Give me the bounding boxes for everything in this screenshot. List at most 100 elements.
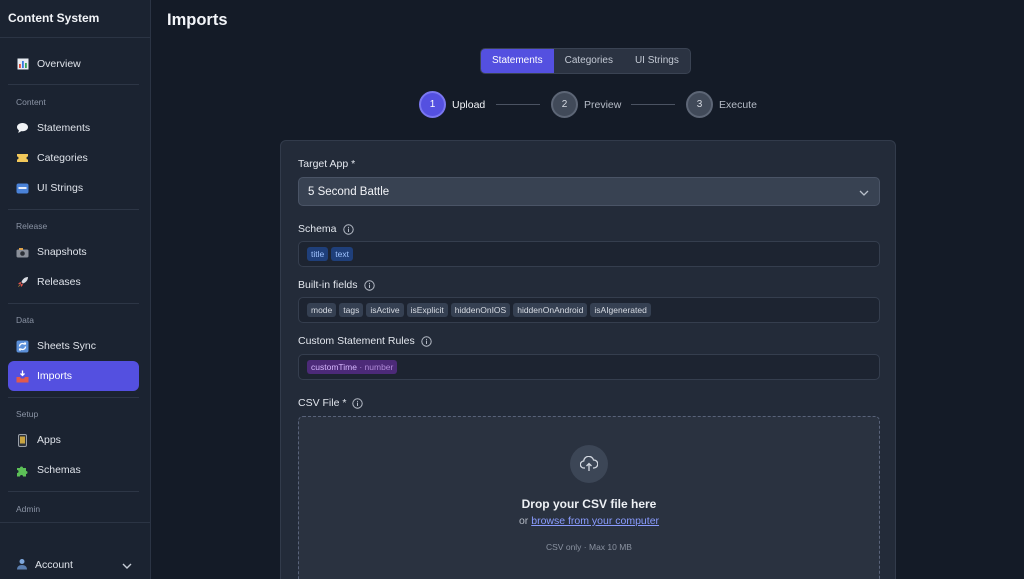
builtin-fields-label: Built-in fields xyxy=(298,279,375,291)
section-label-content: Content xyxy=(16,97,46,107)
sync-icon xyxy=(16,340,29,353)
sidebar: Content System Overview Content Statemen… xyxy=(0,0,151,579)
chevron-down-icon xyxy=(859,187,869,199)
sidebar-item-label: Releases xyxy=(37,276,81,288)
sidebar-item-label: Snapshots xyxy=(37,246,87,258)
drop-or-text: or xyxy=(518,515,529,527)
sidebar-item-label: Apps xyxy=(37,434,61,446)
custom-rule-tag: customTime · number xyxy=(307,360,398,374)
sidebar-divider xyxy=(8,303,139,304)
sidebar-item-label: Imports xyxy=(37,370,73,382)
tab-categories[interactable]: Categories xyxy=(554,49,624,73)
custom-rule-tags: customTime · number xyxy=(298,354,880,380)
tab-bar: Statements Categories UI Strings xyxy=(480,48,691,74)
tab-ui-strings[interactable]: UI Strings xyxy=(624,49,690,73)
csv-file-label-text: CSV File * xyxy=(298,397,347,409)
sidebar-item-label: Schemas xyxy=(37,464,81,476)
csv-file-label: CSV File * xyxy=(298,397,364,409)
sidebar-item-overview[interactable]: Overview xyxy=(8,49,139,79)
info-icon[interactable] xyxy=(352,397,364,409)
info-icon[interactable] xyxy=(421,335,432,347)
file-constraints-hint: CSV only · Max 10 MB xyxy=(546,542,632,552)
account-label: Account xyxy=(35,558,73,571)
import-stepper: 1 Upload 2 Preview 3 Execute xyxy=(419,91,759,118)
camera-icon xyxy=(16,246,29,259)
step-number: 2 xyxy=(551,91,578,118)
account-area: Account xyxy=(0,522,150,579)
drop-title: Drop your CSV file here xyxy=(521,497,657,511)
schema-label: Schema xyxy=(298,223,354,235)
custom-rule-name: customTime xyxy=(311,362,357,372)
step-label: Preview xyxy=(584,98,622,111)
drop-subtitle: or browse from your computer xyxy=(299,515,879,527)
step-label: Execute xyxy=(719,98,757,111)
schema-tag: title xyxy=(307,247,329,261)
import-form-card: Target App * 5 Second Battle Schema titl… xyxy=(280,140,896,579)
custom-rule-type: number xyxy=(364,362,394,372)
builtin-tag: hiddenOnAndroid xyxy=(513,303,588,317)
browse-files-link[interactable]: browse from your computer xyxy=(531,515,659,527)
step-preview: 2 Preview xyxy=(551,91,621,118)
brand-title: Content System xyxy=(0,0,150,38)
sidebar-item-schemas[interactable]: Schemas xyxy=(8,455,139,485)
sidebar-item-snapshots[interactable]: Snapshots xyxy=(8,237,139,267)
builtin-tag: isExplicit xyxy=(406,303,448,317)
sidebar-divider xyxy=(8,209,139,210)
sidebar-item-imports[interactable]: Imports xyxy=(8,361,139,391)
step-connector xyxy=(631,104,675,105)
sidebar-divider xyxy=(8,397,139,398)
sidebar-item-label: Categories xyxy=(37,152,88,164)
sidebar-item-label: UI Strings xyxy=(37,182,84,194)
page-title: Imports xyxy=(167,11,228,29)
target-app-value: 5 Second Battle xyxy=(308,185,390,198)
cloud-upload-icon xyxy=(570,445,608,483)
step-execute: 3 Execute xyxy=(686,91,757,118)
csv-dropzone[interactable]: Drop your CSV file here or browse from y… xyxy=(298,416,880,579)
speech-bubble-icon xyxy=(16,122,29,135)
sidebar-item-statements[interactable]: Statements xyxy=(8,113,139,143)
schema-tag: text xyxy=(331,247,353,261)
builtin-field-tags: mode tags isActive isExplicit hiddenOnIO… xyxy=(298,297,880,323)
sidebar-divider xyxy=(8,491,139,492)
account-button[interactable]: Account xyxy=(16,558,73,571)
schema-label-text: Schema xyxy=(298,223,337,235)
sidebar-item-releases[interactable]: Releases xyxy=(8,267,139,297)
schema-tags: title text xyxy=(298,241,880,267)
ticket-icon xyxy=(16,152,29,165)
tab-statements[interactable]: Statements xyxy=(481,49,554,73)
info-icon[interactable] xyxy=(342,223,354,235)
step-upload: 1 Upload xyxy=(419,91,485,118)
builtin-tag: mode xyxy=(307,303,337,317)
step-number: 3 xyxy=(686,91,713,118)
abc-icon xyxy=(16,182,29,195)
target-app-label: Target App * xyxy=(298,158,356,170)
builtin-tag: hiddenOnIOS xyxy=(450,303,511,317)
sidebar-item-label: Statements xyxy=(37,122,91,134)
step-connector xyxy=(496,104,540,105)
phone-icon xyxy=(16,433,29,447)
sidebar-item-sheets-sync[interactable]: Sheets Sync xyxy=(8,331,139,361)
sidebar-item-apps[interactable]: Apps xyxy=(8,425,139,455)
user-icon xyxy=(16,558,29,571)
builtin-tag: isAIgenerated xyxy=(590,303,651,317)
section-label-admin: Admin xyxy=(16,504,41,514)
sidebar-item-ui-strings[interactable]: UI Strings xyxy=(8,173,139,203)
sidebar-item-label: Overview xyxy=(37,58,81,70)
step-label: Upload xyxy=(452,98,486,111)
chart-icon xyxy=(16,58,29,71)
section-label-setup: Setup xyxy=(16,409,39,419)
inbox-tray-icon xyxy=(16,370,29,383)
target-app-select[interactable]: 5 Second Battle xyxy=(298,177,880,206)
sidebar-item-label: Sheets Sync xyxy=(37,340,96,352)
section-label-release: Release xyxy=(16,221,48,231)
builtin-tag: isActive xyxy=(366,303,404,317)
sidebar-item-categories[interactable]: Categories xyxy=(8,143,139,173)
rocket-icon xyxy=(16,276,29,289)
puzzle-icon xyxy=(16,464,29,477)
step-number: 1 xyxy=(419,91,446,118)
chevron-down-icon[interactable] xyxy=(122,560,132,572)
sidebar-divider xyxy=(8,84,139,85)
builtin-fields-label-text: Built-in fields xyxy=(298,279,358,291)
custom-rules-label-text: Custom Statement Rules xyxy=(298,335,415,347)
info-icon[interactable] xyxy=(363,279,375,291)
